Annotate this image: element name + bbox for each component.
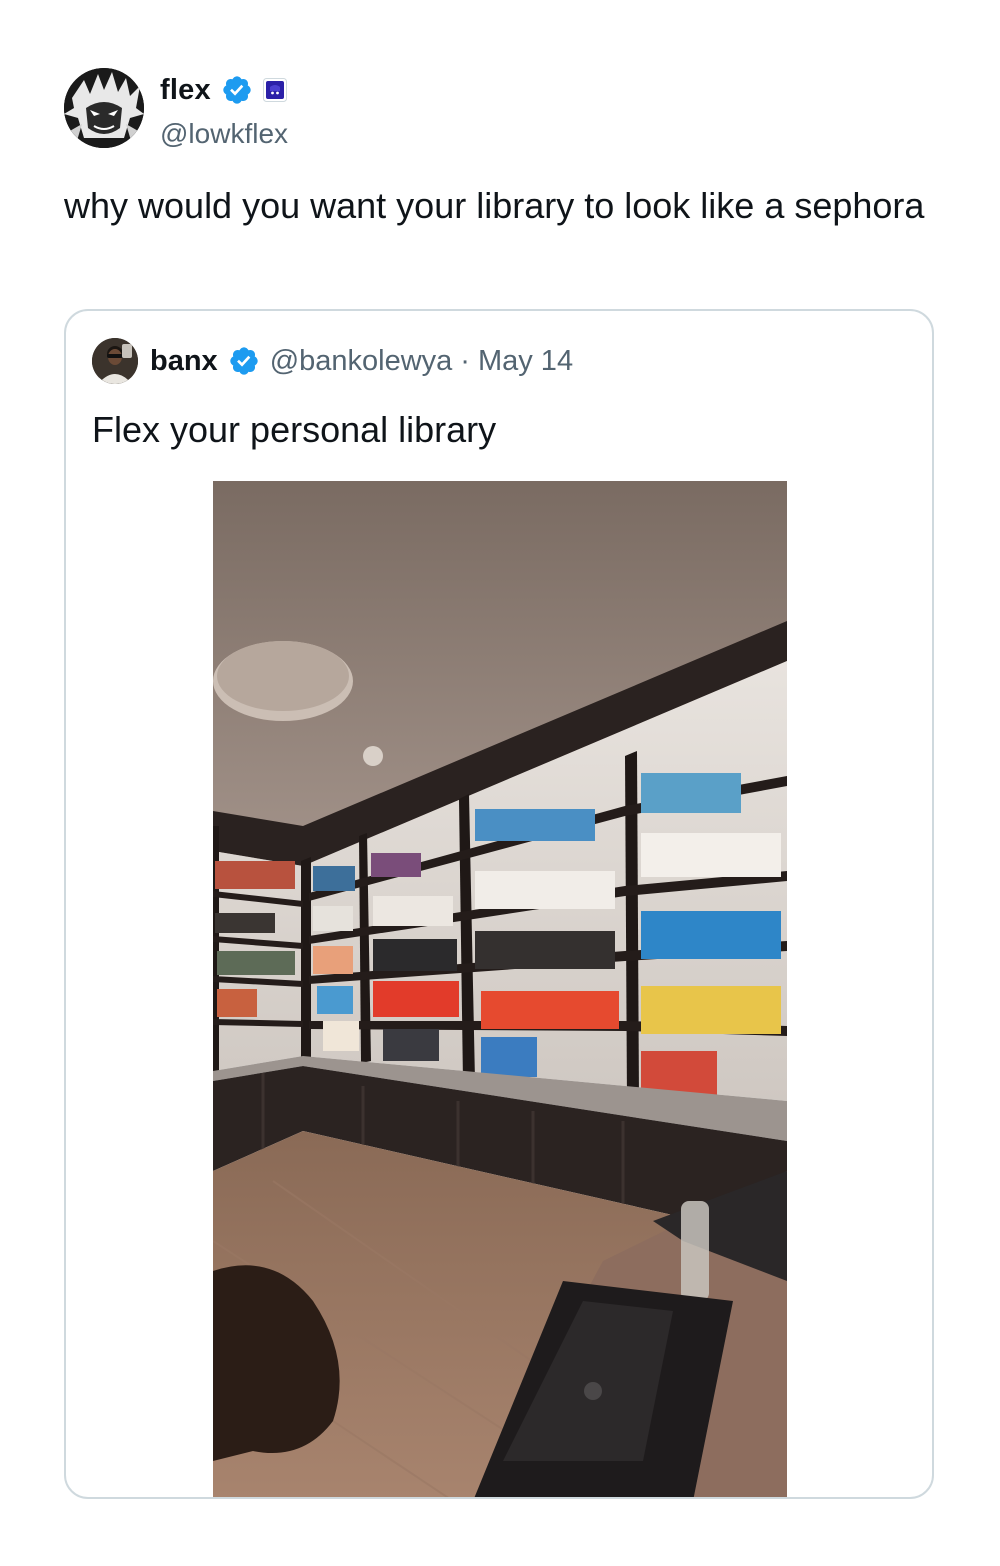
quoted-author-handle[interactable]: @bankolewya (270, 345, 453, 378)
quoted-tweet-date[interactable]: May 14 (478, 345, 573, 378)
tweet-text: why would you want your library to look … (64, 185, 925, 226)
quoted-author-name[interactable]: banx (150, 345, 218, 378)
quoted-tweet-meta: @bankolewya · May 14 (270, 345, 573, 378)
verified-badge-icon[interactable] (221, 74, 253, 106)
quoted-tweet-text: Flex your personal library (92, 409, 497, 450)
bookshelf-room-photo[interactable] (213, 481, 787, 1499)
quoted-tweet-card[interactable]: banx @bankolewya · May 14 Flex your pers… (64, 309, 934, 1499)
affiliate-badge-icon[interactable] (262, 78, 287, 102)
meta-separator: · (460, 344, 470, 377)
quoted-tweet-header: banx @bankolewya · May 14 (92, 337, 573, 385)
verified-badge-icon[interactable] (228, 345, 260, 377)
tweet-header: flex @lowkflex (64, 68, 924, 150)
author-avatar[interactable] (64, 68, 144, 148)
author-handle[interactable]: @lowkflex (160, 118, 288, 150)
author-name[interactable]: flex (160, 74, 211, 107)
author-name-row: flex (160, 72, 287, 108)
quoted-author-avatar[interactable] (92, 338, 138, 384)
